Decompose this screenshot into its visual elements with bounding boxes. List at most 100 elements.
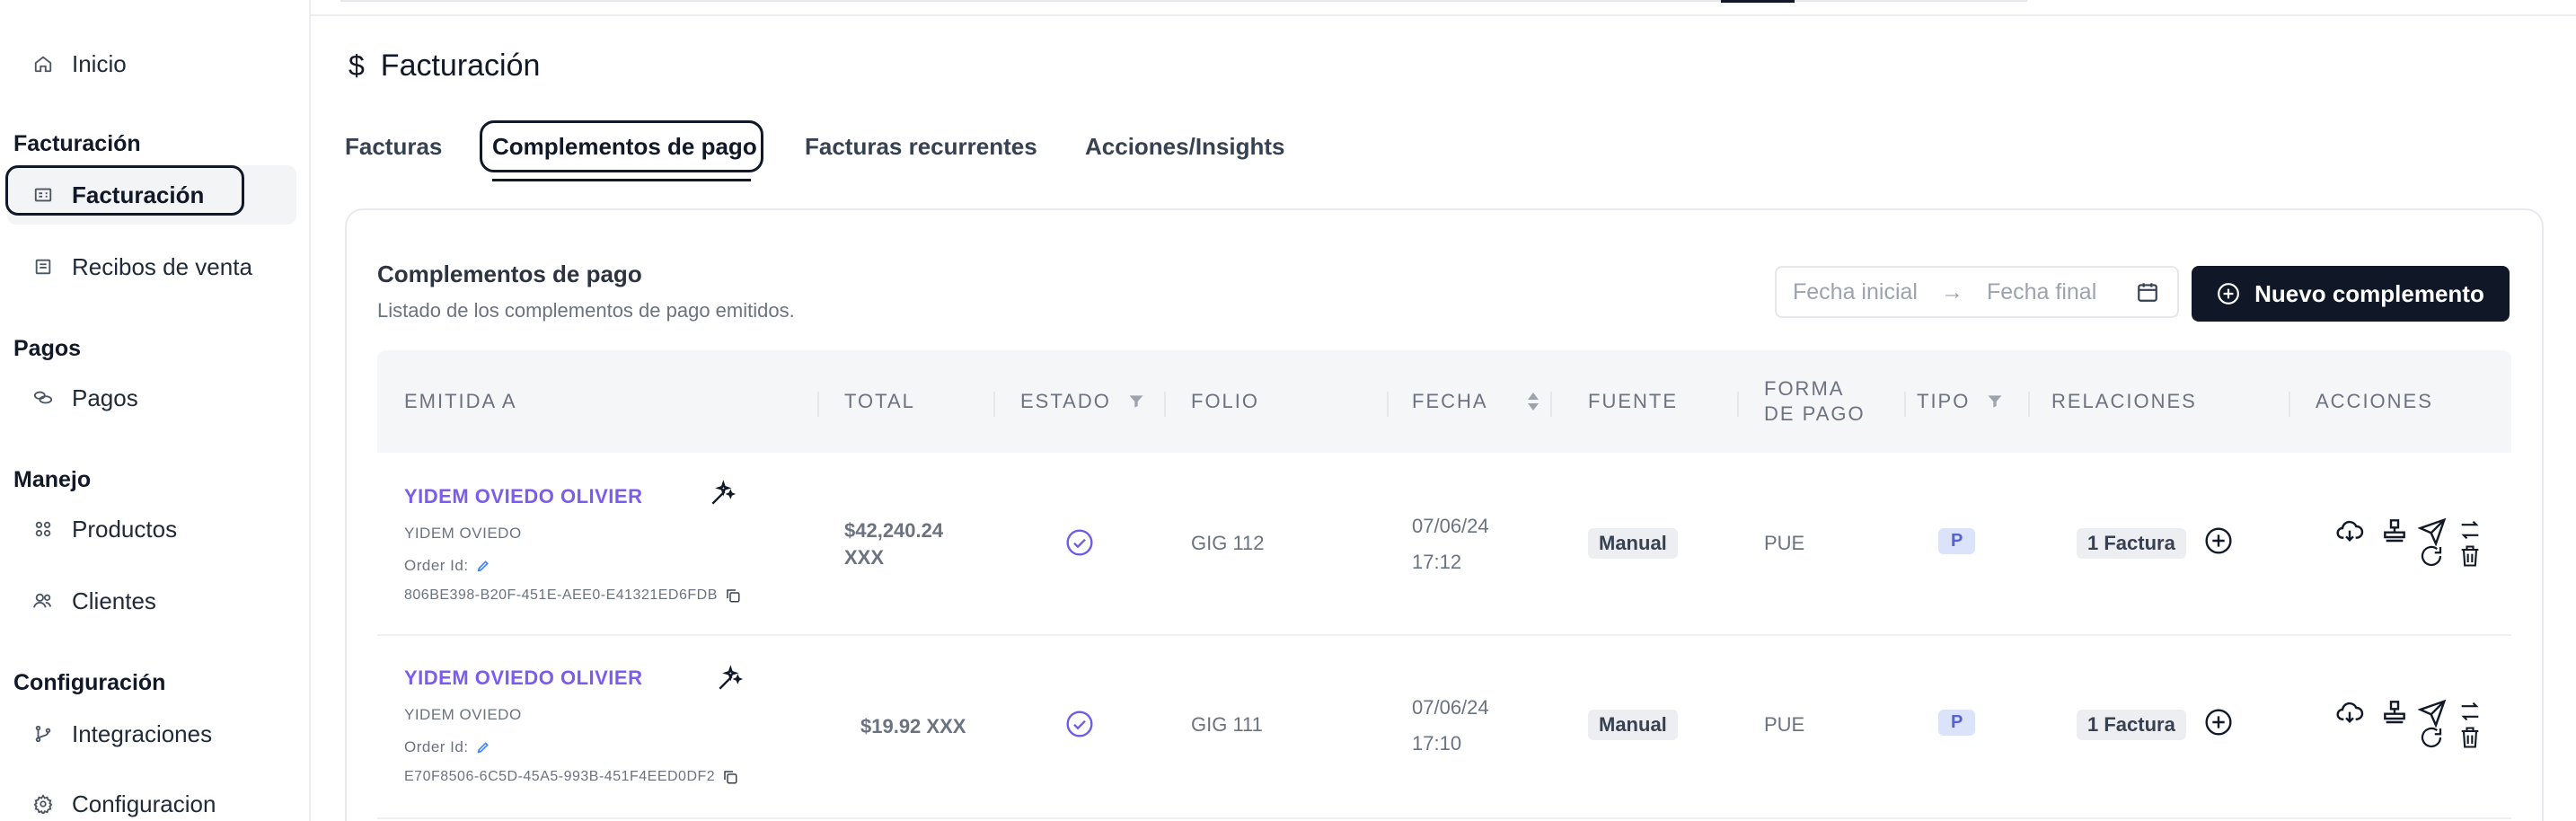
tab-facturas[interactable]: Facturas	[345, 133, 442, 161]
magic-wand-icon[interactable]	[715, 665, 744, 693]
column-divider	[1904, 392, 1906, 417]
col-estado-label: ESTADO	[1020, 390, 1111, 412]
total-cell: $42,240.24 XXX	[844, 517, 943, 571]
calendar-icon[interactable]	[2136, 280, 2159, 310]
sidebar-item-label: Recibos de venta	[72, 252, 252, 280]
relaciones-badge[interactable]: 1 Factura	[2077, 710, 2186, 740]
filter-icon[interactable]	[1986, 393, 2004, 410]
trash-icon[interactable]	[2457, 543, 2486, 571]
sidebar-item-productos[interactable]: Productos	[7, 499, 296, 559]
tab-complementos[interactable]: Complementos de pago	[492, 133, 757, 161]
focus-ring	[5, 165, 244, 216]
sidebar-item-label: Configuracion	[72, 790, 216, 817]
tipo-badge: P	[1938, 710, 1976, 736]
sidebar-item-label: Pagos	[72, 384, 138, 411]
stamp-icon[interactable]	[2380, 516, 2409, 544]
plus-circle-icon	[2218, 283, 2240, 305]
page-title: $ Facturación	[348, 49, 540, 84]
col-forma-pago: FORMA DE PAGO	[1764, 350, 1866, 453]
order-uuid-text: 806BE398-B20F-451E-AEE0-E41321ED6FDB	[404, 587, 718, 603]
sidebar-item-integraciones[interactable]: Integraciones	[7, 704, 296, 764]
tipo-cell: P	[1938, 710, 1976, 736]
relaciones-cell[interactable]: 1 Factura	[2077, 710, 2186, 740]
order-id-label: Order Id:	[404, 738, 469, 755]
trash-icon[interactable]	[2457, 724, 2486, 753]
fecha-date: 07/06/24	[1412, 696, 1489, 719]
stamp-icon[interactable]	[2380, 697, 2409, 726]
tab-acciones[interactable]: Acciones/Insights	[1085, 133, 1285, 161]
card-subtitle: Listado de los complementos de pago emit…	[377, 299, 795, 322]
total-amount: $42,240.24	[844, 519, 944, 542]
fecha-cell: 07/06/24 17:12	[1412, 508, 1489, 580]
new-complemento-label: Nuevo complemento	[2254, 279, 2484, 307]
col-forma-line1: FORMA	[1764, 377, 1845, 400]
order-id-label: Order Id:	[404, 557, 469, 574]
cloud-download-icon[interactable]	[2335, 517, 2364, 546]
col-total: TOTAL	[844, 390, 915, 412]
refresh-icon[interactable]	[2418, 724, 2447, 753]
relaciones-badge[interactable]: 1 Factura	[2077, 528, 2186, 559]
copy-icon[interactable]	[722, 769, 738, 785]
total-amount: $19.92 XXX	[860, 715, 966, 737]
status-check-icon	[1065, 710, 1094, 744]
new-complemento-button[interactable]: Nuevo complemento	[2192, 266, 2510, 322]
relaciones-cell[interactable]: 1 Factura	[2077, 528, 2186, 559]
col-fecha[interactable]: FECHA	[1412, 350, 1540, 453]
add-relation-icon[interactable]	[2204, 526, 2233, 555]
home-icon	[32, 53, 54, 75]
magic-wand-icon[interactable]	[708, 480, 737, 508]
fecha-time: 17:10	[1412, 732, 1462, 755]
recipient-link[interactable]: YIDEM OVIEDO OLIVIER	[404, 667, 642, 690]
arrow-right-icon: →	[1940, 278, 1963, 305]
sidebar-item-clientes[interactable]: Clientes	[7, 571, 296, 631]
recipient-sub: YIDEM OVIEDO	[404, 706, 522, 723]
sidebar-section-pagos: Pagos	[13, 336, 82, 361]
date-range-picker[interactable]: Fecha inicial → Fecha final	[1775, 266, 2179, 318]
sidebar: Inicio Facturación Facturación Recibos d…	[0, 0, 311, 821]
sidebar-item-configuracion[interactable]: Configuracion	[7, 774, 296, 821]
status-check-icon	[1065, 528, 1094, 562]
column-divider	[1164, 392, 1166, 417]
order-uuid: 806BE398-B20F-451E-AEE0-E41321ED6FDB	[404, 587, 741, 604]
pencil-icon[interactable]	[476, 559, 490, 573]
sidebar-item-pagos[interactable]: Pagos	[7, 368, 296, 428]
col-folio: FOLIO	[1191, 390, 1260, 412]
col-tipo[interactable]: TIPO	[1917, 350, 2004, 453]
refresh-icon[interactable]	[2418, 543, 2447, 571]
sidebar-item-recibos[interactable]: Recibos de venta	[7, 237, 296, 296]
col-relaciones: RELACIONES	[2051, 390, 2197, 412]
sidebar-item-label: Inicio	[72, 49, 127, 77]
sidebar-item-label: Clientes	[72, 587, 156, 614]
sidebar-item-facturacion[interactable]: Facturación	[5, 165, 296, 225]
sidebar-item-inicio[interactable]: Inicio	[7, 34, 296, 93]
pencil-icon[interactable]	[476, 740, 490, 755]
column-divider	[1550, 392, 1552, 417]
copy-icon[interactable]	[725, 587, 741, 604]
cloud-download-icon[interactable]	[2335, 699, 2364, 728]
order-id: Order Id:	[404, 557, 490, 575]
column-divider	[1387, 392, 1389, 417]
date-start-input[interactable]: Fecha inicial	[1793, 279, 1918, 305]
tab-active-underline	[492, 179, 751, 181]
table-header: EMITIDA A TOTAL ESTADO FOLIO FECHA FUENT…	[377, 350, 2511, 453]
add-relation-icon[interactable]	[2204, 708, 2233, 737]
column-divider	[1737, 392, 1739, 417]
sidebar-item-label: Productos	[72, 515, 178, 543]
users-icon	[32, 590, 54, 612]
table-row[interactable]: YIDEM OVIEDO OLIVIER YIDEM OVIEDO Order …	[377, 636, 2511, 819]
page-title-text: Facturación	[380, 49, 541, 83]
col-fecha-label: FECHA	[1412, 390, 1488, 412]
col-fuente: FUENTE	[1588, 390, 1678, 412]
fuente-badge: Manual	[1588, 710, 1678, 740]
date-end-input[interactable]: Fecha final	[1987, 279, 2096, 305]
recipient-link[interactable]: YIDEM OVIEDO OLIVIER	[404, 485, 642, 508]
sort-icon[interactable]	[1526, 391, 1540, 412]
filter-icon[interactable]	[1127, 393, 1145, 410]
col-estado[interactable]: ESTADO	[1020, 350, 1145, 453]
tab-recurrentes[interactable]: Facturas recurrentes	[805, 133, 1037, 161]
top-bar	[311, 0, 2576, 16]
folio-cell: GIG 111	[1191, 713, 1263, 736]
table-row[interactable]: YIDEM OVIEDO OLIVIER YIDEM OVIEDO Order …	[377, 453, 2511, 636]
git-branch-icon	[32, 723, 54, 745]
column-divider	[2289, 392, 2290, 417]
